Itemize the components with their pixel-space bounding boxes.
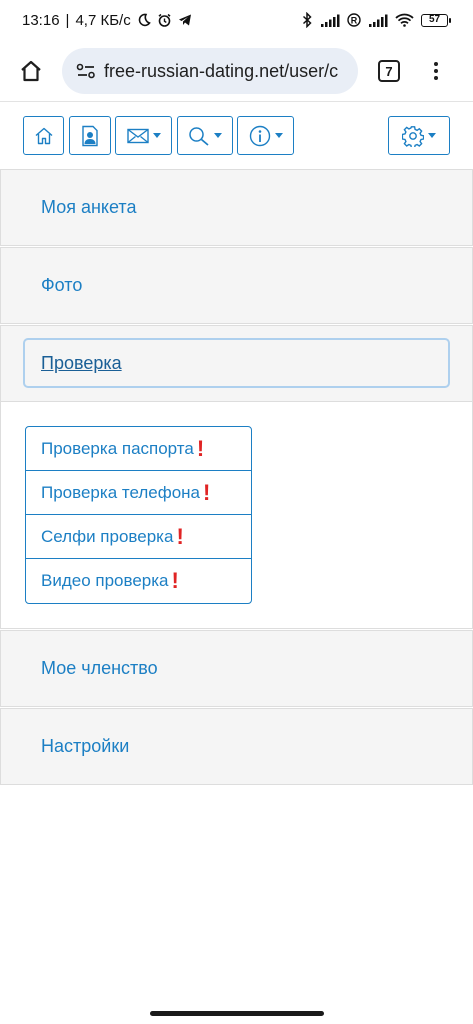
home-button[interactable] <box>23 116 64 155</box>
profile-button[interactable] <box>69 116 111 155</box>
url-text[interactable]: free-russian-dating.net/user/c <box>104 61 338 82</box>
verification-item-label: Проверка телефона <box>41 482 201 502</box>
info-dropdown-button[interactable] <box>237 116 294 155</box>
battery-level: 57 <box>421 13 448 27</box>
accordion-header-settings[interactable]: Настройки <box>1 709 472 784</box>
mail-dropdown-button[interactable] <box>115 116 172 155</box>
signal-icon <box>321 14 340 27</box>
exclamation-icon: ! <box>171 568 179 593</box>
gesture-home-indicator[interactable] <box>150 1011 324 1016</box>
settings-dropdown-button[interactable] <box>388 116 450 155</box>
site-info-icon[interactable] <box>76 62 96 80</box>
profile-accordion: Моя анкета Фото Проверка Проверка паспор… <box>0 169 473 785</box>
status-right: R 57 <box>302 12 451 28</box>
alarm-icon <box>158 13 171 27</box>
roaming-icon: R <box>347 13 361 27</box>
accordion-item-verification: Проверка Проверка паспорта ! Проверка те… <box>0 325 473 629</box>
verification-item-passport[interactable]: Проверка паспорта ! <box>26 427 251 471</box>
signal-icon <box>369 14 388 27</box>
browser-home-button[interactable] <box>0 40 62 102</box>
verification-item-phone[interactable]: Проверка телефона ! <box>26 471 251 515</box>
status-speed: 4,7 КБ/с <box>75 11 131 29</box>
tab-count: 7 <box>385 63 393 79</box>
accordion-item-my-profile: Моя анкета <box>0 169 473 246</box>
tabs-icon[interactable]: 7 <box>378 60 400 82</box>
browser-bar: free-russian-dating.net/user/c 7 <box>0 40 473 102</box>
verification-item-label: Видео проверка <box>41 571 169 590</box>
status-bar: 13:16 | 4,7 КБ/с R 57 <box>0 0 473 40</box>
home-icon <box>21 60 41 82</box>
url-bar[interactable]: free-russian-dating.net/user/c <box>62 48 358 94</box>
verification-panel: Проверка паспорта ! Проверка телефона ! … <box>1 401 472 628</box>
site-toolbar <box>23 116 450 155</box>
exclamation-icon: ! <box>203 479 211 505</box>
accordion-header-my-profile[interactable]: Моя анкета <box>1 170 472 245</box>
accordion-header-wrap-verification: Проверка <box>1 326 472 401</box>
verification-item-label: Селфи проверка <box>41 526 174 546</box>
more-vert-icon[interactable] <box>434 62 438 80</box>
verification-item-label: Проверка паспорта <box>41 438 194 458</box>
magnifier-icon <box>189 126 209 146</box>
bluetooth-icon <box>302 12 312 28</box>
verification-item-selfie[interactable]: Селфи проверка ! <box>26 515 251 559</box>
battery-icon: 57 <box>421 13 451 27</box>
status-separator: | <box>65 11 70 29</box>
chevron-down-icon <box>428 133 436 138</box>
wifi-icon <box>395 13 414 27</box>
search-dropdown-button[interactable] <box>177 116 233 155</box>
exclamation-icon: ! <box>196 435 205 461</box>
telegram-icon <box>178 14 191 26</box>
accordion-header-photo[interactable]: Фото <box>1 248 472 323</box>
accordion-header-membership[interactable]: Мое членство <box>1 631 472 706</box>
accordion-item-settings: Настройки <box>0 708 473 785</box>
moon-icon <box>138 13 151 27</box>
profile-card-icon <box>82 125 98 146</box>
status-left: 13:16 | 4,7 КБ/с <box>22 12 192 29</box>
accordion-item-photo: Фото <box>0 247 473 324</box>
house-icon <box>35 127 52 144</box>
chevron-down-icon <box>214 133 222 138</box>
status-time: 13:16 <box>22 11 60 29</box>
svg-text:R: R <box>351 15 358 25</box>
exclamation-icon: ! <box>176 523 184 549</box>
accordion-header-verification[interactable]: Проверка <box>23 338 450 388</box>
envelope-icon <box>126 128 149 143</box>
verification-list: Проверка паспорта ! Проверка телефона ! … <box>25 426 252 604</box>
chevron-down-icon <box>152 133 161 138</box>
gear-icon <box>402 125 424 147</box>
chevron-down-icon <box>274 133 283 138</box>
accordion-item-membership: Мое членство <box>0 630 473 707</box>
page-divider <box>0 101 473 102</box>
verification-item-video[interactable]: Видео проверка ! <box>26 559 251 603</box>
info-icon <box>249 125 270 146</box>
